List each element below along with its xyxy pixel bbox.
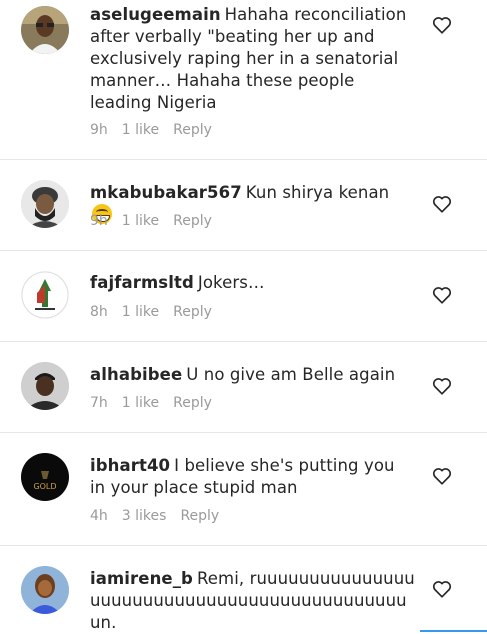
comment-likes[interactable]: 1 like [122, 213, 159, 229]
divider [0, 545, 487, 546]
avatar-fajfarmsltd[interactable] [21, 271, 69, 319]
avatar-farm-logo-icon [21, 271, 69, 319]
avatar-alhabibee[interactable] [21, 362, 69, 410]
comment-meta: 4h 3 likes Reply [90, 508, 233, 524]
comment-likes[interactable]: 3 likes [122, 508, 167, 524]
like-heart-icon[interactable] [432, 195, 452, 213]
comment-username[interactable]: fajfarmsltd [90, 273, 194, 292]
comment-time: 4h [90, 508, 108, 524]
comment-time: 9h [90, 122, 108, 138]
comment-meta: 9h 1 like Reply [90, 122, 226, 138]
reply-button[interactable]: Reply [173, 122, 212, 138]
comment-text: U no give am Belle again [186, 365, 396, 384]
comment-username[interactable]: alhabibee [90, 365, 182, 384]
comment-body: ibhart40 I believe she's putting you in y… [90, 455, 412, 499]
comment-body: alhabibee U no give am Belle again [90, 364, 412, 386]
reply-button[interactable]: Reply [173, 395, 212, 411]
divider [0, 341, 487, 342]
comment-username[interactable]: iamirene_b [90, 569, 193, 588]
divider [0, 250, 487, 251]
avatar-ibhart40[interactable]: GOLD [21, 453, 69, 501]
comment-username[interactable]: aselugeemain [90, 5, 221, 24]
comment-time: 8h [90, 304, 108, 320]
comment-list: aselugeemain Hahaha reconciliation after … [0, 0, 487, 632]
like-heart-icon[interactable] [432, 580, 452, 598]
avatar-man-glasses-icon [21, 6, 69, 54]
avatar-woman-selfie-icon [21, 566, 69, 614]
like-heart-icon[interactable] [432, 377, 452, 395]
comment-meta: 8h 1 like Reply [90, 304, 226, 320]
comment-likes[interactable]: 1 like [122, 395, 159, 411]
avatar-man-cap-icon [21, 362, 69, 410]
avatar-iamirene_b[interactable] [21, 566, 69, 614]
comment-body: fajfarmsltd Jokers… [90, 272, 412, 294]
reply-button[interactable]: Reply [180, 508, 219, 524]
like-heart-icon[interactable] [432, 16, 452, 34]
divider [0, 159, 487, 160]
comment-meta: 9h 1 like Reply [90, 213, 226, 229]
comment-body: iamirene_b Remi, ruuuuuuuuuuuuuuuuuuuuuuu… [90, 568, 415, 634]
comment-likes[interactable]: 1 like [122, 122, 159, 138]
comment-username[interactable]: ibhart40 [90, 456, 170, 475]
like-heart-icon[interactable] [432, 286, 452, 304]
reply-button[interactable]: Reply [173, 304, 212, 320]
comment-likes[interactable]: 1 like [122, 304, 159, 320]
comment-text: Jokers… [197, 273, 265, 292]
comment-time: 7h [90, 395, 108, 411]
like-heart-icon[interactable] [432, 467, 452, 485]
avatar-gold-text: GOLD [33, 482, 56, 491]
divider [0, 432, 487, 433]
comment-username[interactable]: mkabubakar567 [90, 183, 242, 202]
avatar-bearded-man-turban-icon [21, 180, 69, 228]
comment-text: Kun shirya kenan [245, 183, 390, 202]
avatar-aselugeemain[interactable] [21, 6, 69, 54]
avatar-gold-logo-icon: GOLD [21, 453, 69, 501]
reply-button[interactable]: Reply [173, 213, 212, 229]
comment-body: aselugeemain Hahaha reconciliation after … [90, 4, 412, 114]
comment-meta: 7h 1 like Reply [90, 395, 226, 411]
comment-time: 9h [90, 213, 108, 229]
avatar-mkabubakar567[interactable] [21, 180, 69, 228]
